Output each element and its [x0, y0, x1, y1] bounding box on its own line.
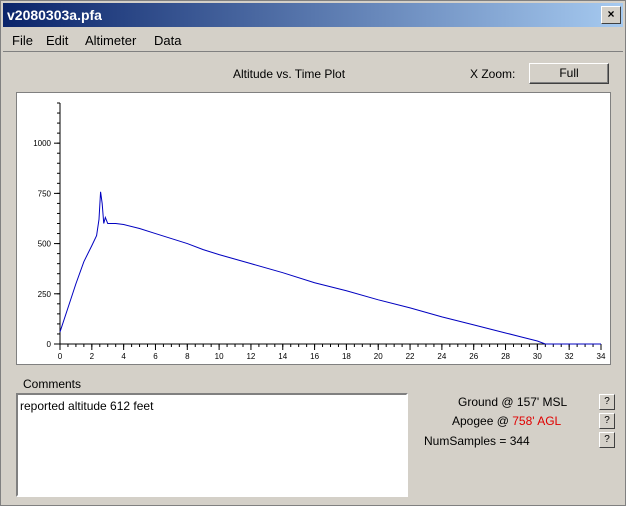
- x-tick-label: 20: [374, 352, 383, 361]
- ground-help-button[interactable]: ?: [599, 394, 615, 410]
- zoom-full-button[interactable]: Full: [529, 63, 609, 84]
- x-tick-label: 18: [342, 352, 351, 361]
- apogee-value: 758' AGL: [512, 414, 562, 428]
- x-tick-label: 30: [533, 352, 542, 361]
- x-tick-label: 28: [501, 352, 510, 361]
- altitude-series-line: [59, 191, 601, 345]
- x-tick-label: 22: [406, 352, 415, 361]
- altitude-plot[interactable]: 0 250 500 750 1000 0 2 4 6 8 10 12 14 16 18 20 22 24 26 28 3…: [16, 92, 611, 365]
- x-tick-label: 34: [597, 352, 606, 361]
- x-tick-label: 16: [310, 352, 319, 361]
- xzoom-label: X Zoom:: [470, 67, 516, 81]
- x-tick-label: 24: [437, 352, 446, 361]
- ground-prefix: Ground @: [458, 395, 514, 409]
- ground-label: Ground @ 157' MSL: [458, 395, 567, 409]
- close-button[interactable]: ×: [601, 6, 621, 24]
- num-samples: NumSamples = 344: [424, 434, 530, 448]
- y-tick-label: 1000: [33, 139, 51, 148]
- apogee-help-button[interactable]: ?: [599, 413, 615, 429]
- x-tick-label: 10: [215, 352, 224, 361]
- app-window: v2080303a.pfa × File Edit Altimeter Data…: [0, 0, 626, 506]
- title-bar[interactable]: v2080303a.pfa ×: [3, 3, 623, 27]
- y-tick-label: 250: [38, 290, 52, 299]
- comments-text: reported altitude 612 feet: [20, 399, 154, 413]
- comments-label: Comments: [23, 377, 82, 391]
- y-tick-label: 0: [47, 340, 52, 349]
- x-tick-label: 26: [469, 352, 478, 361]
- x-tick-label: 32: [565, 352, 574, 361]
- ground-value: 157' MSL: [516, 395, 568, 409]
- x-tick-label: 4: [121, 352, 126, 361]
- x-tick-label: 14: [278, 352, 287, 361]
- x-tick-label: 2: [90, 352, 95, 361]
- menu-file[interactable]: File: [12, 33, 33, 48]
- plot-svg: 025050075010000 2 4 6 8 10 12 14 16 18 20 22 24 26 28 3…: [33, 102, 606, 361]
- apogee-label: Apogee @ 758' AGL: [452, 414, 561, 428]
- menu-altimeter[interactable]: Altimeter: [85, 33, 136, 48]
- menu-edit[interactable]: Edit: [46, 33, 68, 48]
- samples-help-button[interactable]: ?: [599, 432, 615, 448]
- x-tick-label: 12: [246, 352, 255, 361]
- x-tick-label: 8: [185, 352, 190, 361]
- x-tick-label: 6: [153, 352, 158, 361]
- menu-data[interactable]: Data: [154, 33, 181, 48]
- window-title: v2080303a.pfa: [7, 7, 102, 23]
- x-tick-label: 0: [58, 352, 63, 361]
- y-tick-label: 750: [38, 189, 52, 198]
- comments-textarea[interactable]: reported altitude 612 feet: [16, 393, 408, 497]
- y-tick-label: 500: [38, 240, 52, 249]
- menu-bar: File Edit Altimeter Data: [3, 29, 623, 52]
- apogee-prefix: Apogee @: [452, 414, 509, 428]
- plot-title: Altitude vs. Time Plot: [233, 67, 346, 81]
